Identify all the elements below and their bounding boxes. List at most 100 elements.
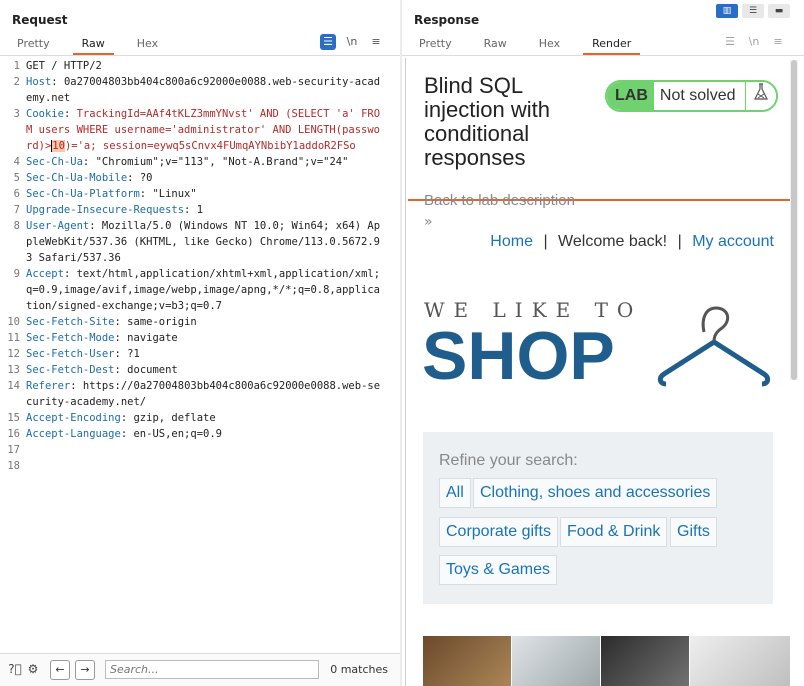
cursor-highlight: 10 bbox=[51, 140, 65, 152]
refine-search-label: Refine your search: bbox=[439, 452, 578, 469]
line-content bbox=[26, 458, 384, 474]
category-toys-games[interactable]: Toys & Games bbox=[439, 555, 558, 585]
layout-tabs-icon[interactable]: ▬ bbox=[768, 4, 790, 18]
response-tab-raw[interactable]: Raw bbox=[475, 36, 516, 55]
line-content: Sec-Fetch-Dest: document bbox=[26, 364, 178, 376]
request-title: Request bbox=[12, 13, 68, 27]
search-match-count: 0 matches bbox=[330, 663, 388, 676]
header-name: Sec-Ch-Ua-Mobile bbox=[26, 172, 128, 184]
line-number: 4 bbox=[13, 156, 20, 168]
header-name: Accept bbox=[26, 268, 64, 280]
category-all[interactable]: All bbox=[439, 478, 471, 508]
category-clothing[interactable]: Clothing, shoes and accessories bbox=[473, 478, 718, 508]
header-name: User-Agent bbox=[26, 220, 90, 232]
request-line: 11 Sec-Fetch-Mode: navigate bbox=[0, 330, 400, 346]
line-content: Sec-Fetch-User: ?1 bbox=[26, 348, 140, 360]
line-content: GET / HTTP/2 bbox=[26, 58, 384, 74]
search-input[interactable] bbox=[105, 660, 319, 679]
line-content: Sec-Ch-Ua-Platform: "Linux" bbox=[26, 188, 197, 200]
header-name: Accept-Language bbox=[26, 428, 121, 440]
request-line: 14 Referer: https://0a27004803bb404c800a6… bbox=[0, 378, 400, 410]
search-next-button[interactable]: → bbox=[75, 660, 95, 680]
rendered-page: Blind SQL injection with conditional res… bbox=[405, 58, 790, 686]
menu-icon[interactable]: ≡ bbox=[770, 34, 786, 50]
response-tabs: Pretty Raw Hex Render bbox=[410, 36, 654, 55]
menu-icon[interactable]: ≡ bbox=[368, 34, 384, 50]
layout-top-bottom-icon[interactable]: ☰ bbox=[742, 4, 764, 18]
request-editor[interactable]: 1 GET / HTTP/2 2 Host: 0a27004803bb404c800a… bbox=[0, 58, 400, 654]
request-line: 6 Sec-Ch-Ua-Platform: "Linux" bbox=[0, 186, 400, 202]
newline-toggle-icon[interactable]: \n bbox=[344, 34, 360, 50]
response-tab-pretty[interactable]: Pretty bbox=[410, 36, 461, 55]
request-tab-hex[interactable]: Hex bbox=[128, 36, 167, 55]
category-corporate-gifts[interactable]: Corporate gifts bbox=[439, 517, 558, 547]
request-line: 10 Sec-Fetch-Site: same-origin bbox=[0, 314, 400, 330]
request-line: 16 Accept-Language: en-US,en;q=0.9 bbox=[0, 426, 400, 442]
category-food-drink[interactable]: Food & Drink bbox=[560, 517, 668, 547]
message-actions-icon[interactable]: ☰ bbox=[722, 34, 738, 50]
search-bar: ?⃝ ⚙ ← → 0 matches bbox=[0, 653, 400, 686]
line-number: 1 bbox=[13, 60, 20, 72]
header-name: Accept-Encoding bbox=[26, 412, 121, 424]
product-image[interactable] bbox=[512, 636, 600, 686]
scrollbar-thumb[interactable] bbox=[791, 60, 797, 380]
category-gifts[interactable]: Gifts bbox=[670, 517, 717, 547]
header-value: en-US,en;q=0.9 bbox=[133, 428, 222, 440]
request-line: 7 Upgrade-Insecure-Requests: 1 bbox=[0, 202, 400, 218]
response-toolbar: ☰ \n ≡ bbox=[722, 34, 786, 50]
product-image[interactable] bbox=[423, 636, 511, 686]
request-line: 8 User-Agent: Mozilla/5.0 (Windows NT 10.… bbox=[0, 218, 400, 266]
header-value: )='a; session=eywq5sCnvx4FUmqAYNbibY1add… bbox=[64, 140, 356, 152]
product-image[interactable] bbox=[601, 636, 689, 686]
layout-side-by-side-icon[interactable]: ▥ bbox=[716, 4, 738, 18]
request-pane: Request Pretty Raw Hex ☰ \n ≡ 1 GET / HTT… bbox=[0, 0, 401, 686]
header-value: ?1 bbox=[127, 348, 140, 360]
line-content: Sec-Ch-Ua: "Chromium";v="113", "Not-A.Br… bbox=[26, 156, 349, 168]
product-image[interactable] bbox=[690, 636, 790, 686]
line-number: 11 bbox=[7, 332, 20, 344]
header-name: Sec-Fetch-Dest bbox=[26, 364, 115, 376]
line-content: Accept: text/html,application/xhtml+xml,… bbox=[26, 268, 381, 312]
header-name: Sec-Ch-Ua-Platform bbox=[26, 188, 140, 200]
nav-welcome-text: Welcome back! bbox=[558, 233, 668, 250]
request-line: 4 Sec-Ch-Ua: "Chromium";v="113", "Not-A.B… bbox=[0, 154, 400, 170]
request-line: 2 Host: 0a27004803bb404c800a6c92000e0088.… bbox=[0, 74, 400, 106]
request-line: 12 Sec-Fetch-User: ?1 bbox=[0, 346, 400, 362]
header-value: "Linux" bbox=[152, 188, 197, 200]
header-name: Referer bbox=[26, 380, 71, 392]
nav-home-link[interactable]: Home bbox=[490, 233, 533, 250]
nav-separator: | bbox=[677, 233, 682, 250]
site-nav: Home | Welcome back! | My account bbox=[490, 233, 774, 251]
render-scrollbar[interactable] bbox=[790, 60, 798, 380]
nav-my-account-link[interactable]: My account bbox=[692, 233, 774, 250]
logo-shop-text: SHOP bbox=[422, 318, 615, 394]
header-value: 1 bbox=[196, 204, 204, 216]
header-value: document bbox=[127, 364, 178, 376]
line-content: Sec-Ch-Ua-Mobile: ?0 bbox=[26, 172, 153, 184]
coat-hanger-icon bbox=[657, 306, 771, 387]
header-value: "Chromium";v="113", "Not-A.Brand";v="24" bbox=[95, 156, 349, 168]
newline-toggle-icon[interactable]: \n bbox=[746, 34, 762, 50]
request-tab-pretty[interactable]: Pretty bbox=[8, 36, 59, 55]
header-name: Cookie bbox=[26, 108, 64, 120]
line-content: Accept-Encoding: gzip, deflate bbox=[26, 412, 216, 424]
line-content bbox=[26, 442, 384, 458]
help-icon[interactable]: ?⃝ bbox=[6, 660, 24, 678]
line-number: 9 bbox=[13, 268, 20, 280]
line-content: Accept-Language: en-US,en;q=0.9 bbox=[26, 428, 222, 440]
search-previous-button[interactable]: ← bbox=[50, 660, 70, 680]
request-line: 3 Cookie: TrackingId=AAf4tKLZ3mmYNvst' AN… bbox=[0, 106, 400, 154]
response-tab-render[interactable]: Render bbox=[583, 36, 641, 55]
message-actions-icon[interactable]: ☰ bbox=[320, 34, 336, 50]
header-name: Host bbox=[26, 76, 52, 88]
line-number: 6 bbox=[13, 188, 20, 200]
line-number: 17 bbox=[7, 444, 20, 456]
request-line: 9 Accept: text/html,application/xhtml+xml… bbox=[0, 266, 400, 314]
line-content: Sec-Fetch-Mode: navigate bbox=[26, 332, 178, 344]
settings-gear-icon[interactable]: ⚙ bbox=[24, 660, 42, 678]
line-content: Referer: https://0a27004803bb404c800a6c9… bbox=[26, 380, 381, 408]
request-tab-raw[interactable]: Raw bbox=[72, 36, 114, 55]
response-tab-hex[interactable]: Hex bbox=[530, 36, 569, 55]
back-to-lab-link[interactable]: Back to lab description bbox=[424, 192, 575, 209]
response-title: Response bbox=[414, 13, 480, 27]
